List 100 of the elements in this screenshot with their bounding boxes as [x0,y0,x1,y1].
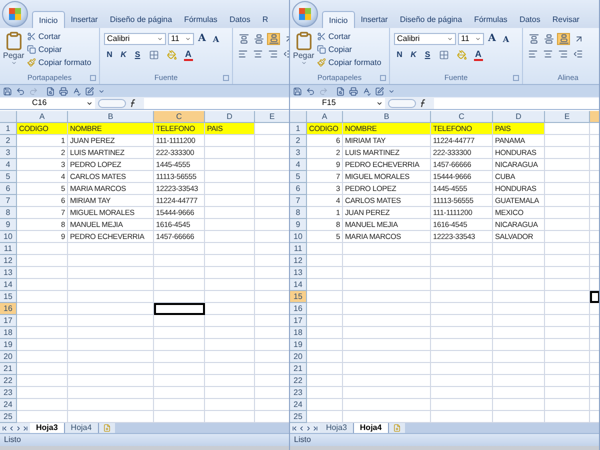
row-header[interactable]: 16 [0,303,17,315]
row-header[interactable]: 5 [0,171,17,183]
sheet-tab[interactable]: Hoja3 [320,423,354,433]
column-header[interactable]: C [431,111,493,123]
row-header[interactable]: 23 [0,387,17,399]
sheet-tab[interactable]: Hoja4 [354,423,389,433]
shrink-font-button[interactable]: A [210,33,222,45]
row-header[interactable]: 10 [0,231,17,243]
row-header[interactable]: 10 [290,231,307,243]
ribbon-tab[interactable]: Fórmulas [468,11,514,28]
row-header[interactable]: 25 [0,411,17,423]
row-header[interactable]: 20 [290,351,307,363]
shrink-font-button[interactable]: A [500,33,512,45]
row-header[interactable]: 14 [290,279,307,291]
row-header[interactable]: 1 [290,123,307,135]
row-header[interactable]: 20 [0,351,17,363]
row-header[interactable]: 6 [0,183,17,195]
row-header[interactable]: 3 [0,147,17,159]
row-header[interactable]: 22 [290,375,307,387]
row-header[interactable]: 4 [0,159,17,171]
font-style-button[interactable]: K [118,49,129,61]
column-header[interactable]: B [68,111,154,123]
row-header[interactable]: 11 [0,243,17,255]
sheet-tab[interactable]: Hoja3 [30,423,65,433]
row-header[interactable]: 2 [290,135,307,147]
column-header[interactable]: B [343,111,431,123]
grow-font-button[interactable]: A [196,33,208,45]
clipboard-item[interactable]: Copiar [317,44,382,55]
row-header[interactable]: 16 [290,303,307,315]
column-header[interactable]: D [493,111,545,123]
column-header[interactable]: E [545,111,590,123]
paste-button[interactable]: Pegar [3,31,24,66]
column-header[interactable]: E [255,111,289,123]
ribbon-tab[interactable]: Fórmulas [178,11,224,28]
sheet-tab[interactable]: Hoja4 [64,423,99,433]
font-style-button[interactable]: S [422,49,433,61]
row-header[interactable]: 5 [290,171,307,183]
font-color-button[interactable]: A [474,49,482,61]
row-header[interactable]: 21 [290,363,307,375]
row-header[interactable]: 2 [0,135,17,147]
row-header[interactable]: 4 [290,159,307,171]
row-header[interactable]: 1 [0,123,17,135]
font-color-button[interactable]: A [184,49,192,61]
font-style-button[interactable]: N [104,49,115,61]
clipboard-item[interactable]: Copiar formato [317,57,382,68]
row-header[interactable]: 15 [290,291,307,303]
ribbon-tab[interactable]: Revisar [546,11,586,28]
font-style-button[interactable]: S [132,49,143,61]
row-header[interactable]: 9 [0,219,17,231]
ribbon-tab[interactable]: Diseño de página [104,11,178,28]
ribbon-tab[interactable]: Insertar [64,11,104,28]
clipboard-item[interactable]: Copiar formato [27,57,92,68]
ribbon-tab[interactable]: Datos [513,11,546,28]
row-header[interactable]: 17 [290,315,307,327]
clipboard-item[interactable]: Cortar [317,31,382,42]
row-header[interactable]: 18 [0,327,17,339]
clipboard-item[interactable]: Cortar [27,31,92,42]
row-header[interactable]: 19 [0,339,17,351]
font-size-field[interactable]: 11 [168,33,194,45]
row-header[interactable]: 8 [290,207,307,219]
row-header[interactable]: 21 [0,363,17,375]
row-header[interactable]: 19 [290,339,307,351]
row-header[interactable]: 13 [290,267,307,279]
row-header[interactable]: 6 [290,183,307,195]
row-header[interactable]: 11 [290,243,307,255]
column-header[interactable]: A [17,111,68,123]
column-header[interactable]: D [205,111,255,123]
column-header[interactable]: C [154,111,205,123]
row-header[interactable]: 9 [290,219,307,231]
row-header[interactable]: 13 [0,267,17,279]
font-size-field[interactable]: 11 [458,33,484,45]
row-header[interactable]: 15 [0,291,17,303]
clipboard-item[interactable]: Copiar [27,44,92,55]
row-header[interactable]: 25 [290,411,307,423]
name-box[interactable]: C16 [0,98,95,108]
font-style-button[interactable]: K [408,49,419,61]
row-header[interactable]: 7 [0,195,17,207]
paste-button[interactable]: Pegar [293,31,314,66]
row-header[interactable]: 12 [290,255,307,267]
grow-font-button[interactable]: A [486,33,498,45]
row-header[interactable]: 7 [290,195,307,207]
ribbon-tab[interactable]: Insertar [354,11,394,28]
name-box[interactable]: F15 [290,98,385,108]
row-header[interactable]: 24 [0,399,17,411]
row-header[interactable]: 3 [290,147,307,159]
ribbon-tab[interactable]: Datos [223,11,256,28]
row-header[interactable]: 14 [0,279,17,291]
column-header[interactable]: A [307,111,343,123]
row-header[interactable]: 17 [0,315,17,327]
row-header[interactable]: 23 [290,387,307,399]
row-header[interactable]: 18 [290,327,307,339]
ribbon-tab[interactable]: Diseño de página [394,11,468,28]
font-style-button[interactable]: N [394,49,405,61]
ribbon-tab[interactable]: Inicio [32,11,65,28]
ribbon-tab[interactable]: R [256,11,274,28]
font-name-field[interactable]: Calibri [104,33,166,45]
font-name-field[interactable]: Calibri [394,33,456,45]
row-header[interactable]: 24 [290,399,307,411]
row-header[interactable]: 12 [0,255,17,267]
ribbon-tab[interactable]: Inicio [322,11,355,28]
